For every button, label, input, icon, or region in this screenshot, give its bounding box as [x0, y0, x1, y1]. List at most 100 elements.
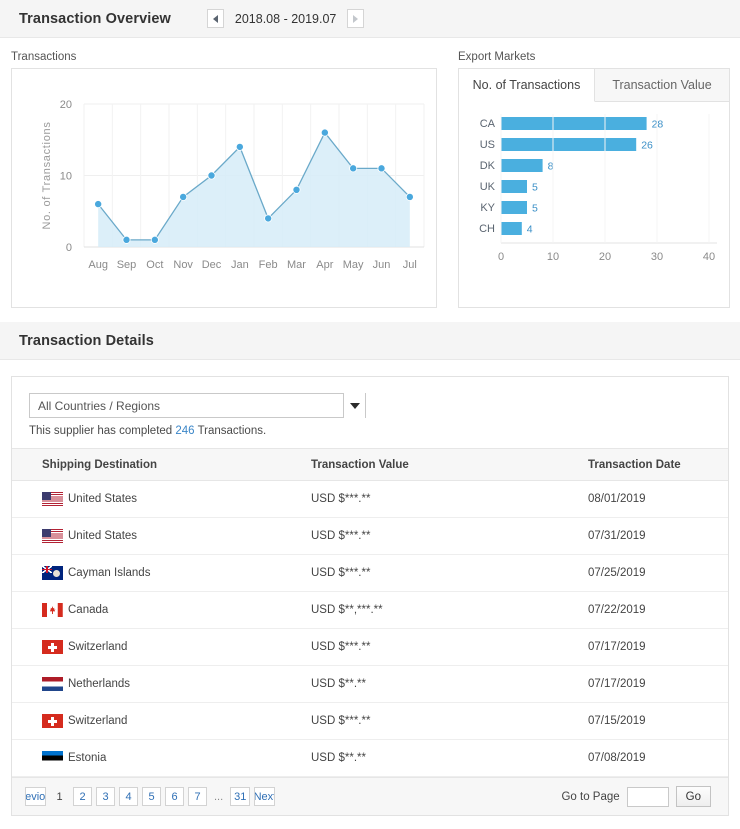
pagination-page-5[interactable]: 5: [142, 787, 161, 806]
cell-transaction-date: 07/31/2019: [585, 517, 728, 555]
destination-label: Switzerland: [68, 641, 128, 653]
transactions-table-head: Shipping Destination Transaction Value T…: [12, 448, 728, 481]
cell-shipping-destination: United States: [12, 517, 308, 555]
cell-transaction-value: USD $***.**: [308, 554, 585, 592]
flag-icon: [42, 529, 63, 543]
svg-text:0: 0: [66, 242, 72, 254]
table-row[interactable]: Netherlands USD $**.** 07/17/2019: [12, 665, 728, 703]
transactions-chart-block: Transactions 0 10 20 Aug Sep Oct Nov Dec Jan Feb M…: [11, 51, 437, 308]
svg-text:Feb: Feb: [259, 259, 278, 271]
cell-transaction-date: 07/17/2019: [585, 628, 728, 666]
export-markets-caption: Export Markets: [458, 51, 536, 63]
cell-shipping-destination: Canada: [12, 591, 308, 629]
transactions-table: Shipping Destination Transaction Value T…: [12, 448, 728, 777]
pagination-first-button[interactable]: Previous: [25, 787, 46, 806]
svg-text:20: 20: [599, 251, 611, 263]
svg-text:UK: UK: [480, 181, 496, 193]
pagination-page-6[interactable]: 6: [165, 787, 184, 806]
table-row[interactable]: United States USD $***.** 08/01/2019: [12, 480, 728, 518]
svg-text:DK: DK: [480, 160, 496, 172]
pagination-page-31[interactable]: 31: [230, 787, 251, 806]
flag-icon: [42, 566, 63, 580]
country-region-selected-value: All Countries / Regions: [38, 398, 161, 413]
details-card: All Countries / Regions This supplier ha…: [11, 376, 729, 816]
chevron-left-icon: [212, 14, 218, 23]
charts-row: Transactions 0 10 20 Aug Sep Oct Nov Dec Jan Feb M…: [0, 38, 740, 308]
chevron-down-icon[interactable]: [343, 393, 365, 418]
pagination-page-3[interactable]: 3: [96, 787, 115, 806]
cell-shipping-destination: Cayman Islands: [12, 554, 308, 592]
goto-page-label: Go to Page: [561, 790, 620, 803]
transactions-table-body: United States USD $***.** 08/01/2019 United…: [12, 480, 728, 777]
destination-label: Netherlands: [68, 678, 131, 690]
export-markets-bar-chart: CA28US26DK8UK5KY5CH4010203040: [479, 114, 717, 263]
table-row[interactable]: United States USD $***.** 07/31/2019: [12, 517, 728, 555]
svg-text:Apr: Apr: [316, 259, 333, 271]
pagination-next-button[interactable]: Next: [254, 787, 276, 806]
cell-transaction-date: 07/17/2019: [585, 665, 728, 703]
overview-header: Transaction Overview 2018.08 - 2019.07: [0, 0, 740, 38]
svg-text:May: May: [343, 259, 364, 271]
page-title: Transaction Overview: [19, 10, 171, 27]
details-header-wrap: Transaction Details: [0, 322, 740, 360]
svg-text:Jan: Jan: [231, 259, 249, 271]
svg-text:Jun: Jun: [373, 259, 391, 271]
destination-label: United States: [68, 530, 138, 542]
destination-label: Canada: [68, 604, 109, 616]
pagination-pages: Previous 1234567... 31Next: [25, 787, 276, 806]
details-header: Transaction Details: [0, 322, 740, 360]
destination-label: Cayman Islands: [68, 567, 151, 579]
cell-transaction-value: USD $**.**: [308, 665, 585, 703]
svg-text:5: 5: [532, 203, 538, 215]
go-button[interactable]: Go: [675, 786, 711, 807]
svg-text:KY: KY: [480, 202, 495, 214]
svg-text:5: 5: [532, 182, 538, 194]
table-row[interactable]: Estonia USD $**.** 07/08/2019: [12, 739, 728, 777]
svg-text:US: US: [480, 139, 495, 151]
date-range-nav: 2018.08 - 2019.07: [206, 9, 365, 28]
svg-text:28: 28: [652, 119, 664, 131]
chevron-right-icon: [353, 14, 359, 23]
svg-text:CA: CA: [480, 118, 496, 130]
svg-text:Sep: Sep: [117, 259, 137, 271]
pagination-page-2[interactable]: 2: [73, 787, 92, 806]
svg-text:Oct: Oct: [146, 259, 163, 271]
next-period-button[interactable]: [347, 9, 365, 28]
pagination-page-7[interactable]: 7: [188, 787, 207, 806]
destination-label: Switzerland: [68, 715, 128, 727]
table-row[interactable]: Switzerland USD $***.** 07/17/2019: [12, 628, 728, 666]
svg-text:4: 4: [527, 224, 533, 236]
transaction-overview-page: Transaction Overview 2018.08 - 2019.07 T…: [0, 0, 740, 829]
cell-shipping-destination: Switzerland: [12, 702, 308, 740]
svg-text:0: 0: [498, 251, 504, 263]
cell-transaction-value: USD $***.**: [308, 480, 585, 518]
goto-page-input[interactable]: [626, 786, 669, 807]
cell-shipping-destination: Estonia: [12, 739, 308, 777]
transactions-chart-caption: Transactions: [11, 51, 77, 63]
svg-text:10: 10: [547, 251, 559, 263]
flag-icon: [42, 677, 63, 691]
cell-transaction-value: USD $**,***.**: [308, 591, 585, 629]
supplier-transaction-note: This supplier has completed 246 Transact…: [29, 425, 711, 437]
cell-transaction-value: USD $***.**: [308, 517, 585, 555]
svg-text:CH: CH: [479, 223, 495, 235]
transactions-chart-card: 0 10 20 Aug Sep Oct Nov Dec Jan Feb Mar Apr May Jun Ju…: [11, 68, 437, 308]
tab-no-of-transactions[interactable]: No. of Transactions: [459, 69, 595, 102]
prev-period-button[interactable]: [206, 9, 224, 28]
country-region-select[interactable]: All Countries / Regions: [29, 393, 366, 418]
svg-text:Dec: Dec: [202, 259, 222, 271]
pagination-bar: Previous 1234567... 31Next Go to Page Go: [12, 777, 728, 815]
table-row[interactable]: Canada USD $**,***.** 07/22/2019: [12, 591, 728, 629]
cell-transaction-date: 07/25/2019: [585, 554, 728, 592]
svg-text:30: 30: [651, 251, 663, 263]
svg-text:Jul: Jul: [403, 259, 417, 271]
flag-icon: [42, 751, 63, 765]
flag-icon: [42, 714, 63, 728]
details-title: Transaction Details: [19, 332, 154, 349]
pagination-page-4[interactable]: 4: [119, 787, 138, 806]
column-header-transaction-date: Transaction Date: [585, 448, 728, 481]
table-row[interactable]: Switzerland USD $***.** 07/15/2019: [12, 702, 728, 740]
table-row[interactable]: Cayman Islands USD $***.** 07/25/2019: [12, 554, 728, 592]
note-transaction-count: 246: [175, 425, 195, 437]
tab-transaction-value[interactable]: Transaction Value: [595, 69, 729, 101]
